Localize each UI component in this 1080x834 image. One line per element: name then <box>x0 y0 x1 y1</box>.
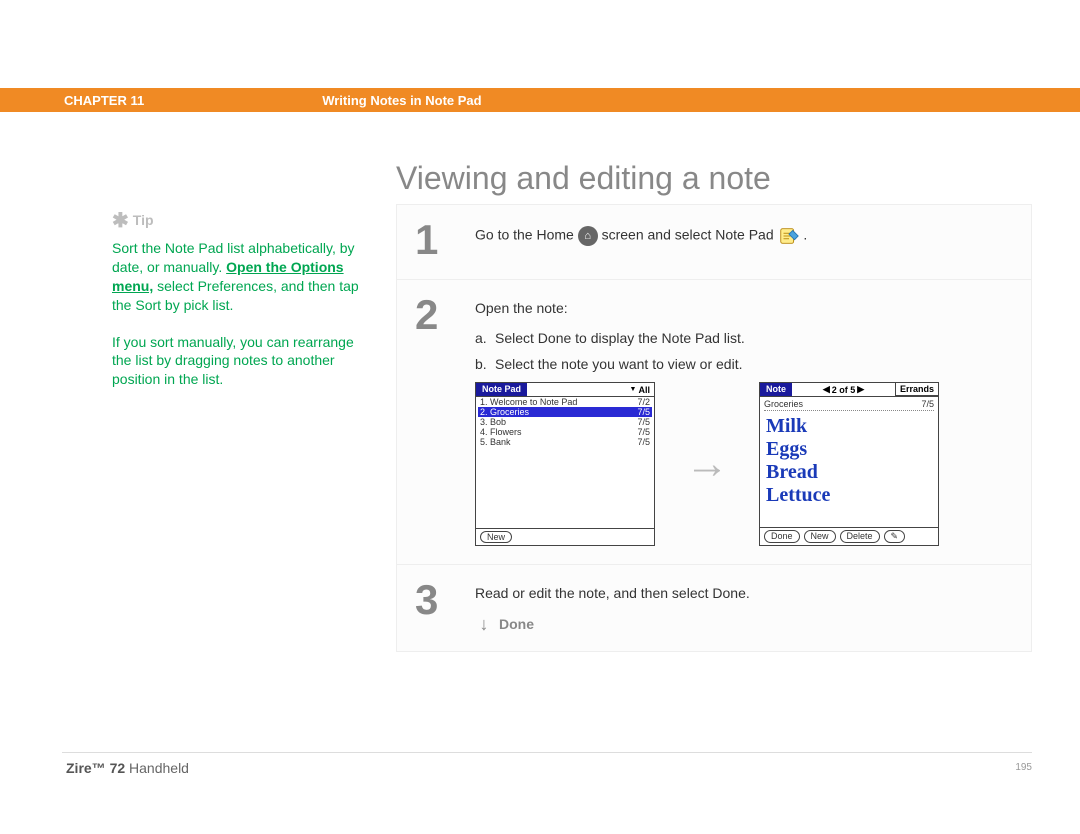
asterisk-icon: ✱ <box>112 210 129 232</box>
palm-titlebar: Note Pad ▼ All <box>476 383 654 397</box>
note-counter: ◀ 2 of 5 ▶ <box>819 383 868 396</box>
note-subject: Groceries <box>764 399 803 409</box>
page-title: Viewing and editing a note <box>396 160 771 197</box>
palm-note-screen: Note ◀ 2 of 5 ▶ Errands Groceries 7/5 Mi… <box>759 382 939 546</box>
note-body: Groceries 7/5 Milk Eggs Bread Lettuce <box>760 397 938 527</box>
step-2-content: Open the note: a.Select Done to display … <box>475 294 1013 546</box>
tip-header: ✱Tip <box>112 208 362 235</box>
note-line: Milk <box>766 415 932 438</box>
pen-icon[interactable]: ✎ <box>884 530 906 543</box>
list-item[interactable]: 4. Flowers7/5 <box>478 427 652 437</box>
step-number: 1 <box>415 219 475 261</box>
step-1: 1 Go to the Home ⌂ screen and select Not… <box>397 205 1031 280</box>
product-name-bold: Zire™ 72 <box>66 760 125 776</box>
tip-paragraph-2: If you sort manually, you can rearrange … <box>112 333 362 390</box>
palm-list-screen: Note Pad ▼ All 1. Welcome to Note Pad7/2… <box>475 382 655 546</box>
palm-app-title: Note <box>760 383 792 396</box>
palm-list: 1. Welcome to Note Pad7/2 2. Groceries7/… <box>476 397 654 528</box>
handwritten-content: Milk Eggs Bread Lettuce <box>764 411 934 511</box>
step2-a: a.Select Done to display the Note Pad li… <box>475 330 1013 346</box>
product-name-rest: Handheld <box>125 760 189 776</box>
step2-b: b.Select the note you want to view or ed… <box>475 356 1013 372</box>
down-arrow-icon: ↓ <box>475 615 493 633</box>
list-item[interactable]: 1. Welcome to Note Pad7/2 <box>478 397 652 407</box>
palm-category[interactable]: Errands <box>895 383 938 396</box>
step2-lead: Open the note: <box>475 300 1013 316</box>
step2-sublist: a.Select Done to display the Note Pad li… <box>475 330 1013 372</box>
note-line: Eggs <box>766 438 932 461</box>
palm-titlebar: Note ◀ 2 of 5 ▶ Errands <box>760 383 938 397</box>
step-number: 3 <box>415 579 475 633</box>
step-number: 2 <box>415 294 475 546</box>
notepad-app-icon <box>778 225 800 247</box>
tip-paragraph-1: Sort the Note Pad list alphabetically, b… <box>112 239 362 315</box>
note-line: Lettuce <box>766 484 932 507</box>
palm-app-title: Note Pad <box>476 383 527 396</box>
done-indicator: ↓ Done <box>475 615 1013 633</box>
list-item-selected[interactable]: 2. Groceries7/5 <box>478 407 652 417</box>
palm-bottombar: New <box>476 528 654 545</box>
step-1-content: Go to the Home ⌂ screen and select Note … <box>475 219 1013 261</box>
done-label: Done <box>499 616 534 632</box>
tip-block: ✱Tip Sort the Note Pad list alphabetical… <box>112 208 362 389</box>
step1-text-post: . <box>803 227 807 243</box>
home-icon: ⌂ <box>578 226 598 246</box>
tip-label: Tip <box>133 212 154 228</box>
list-item[interactable]: 3. Bob7/5 <box>478 417 652 427</box>
step1-text-pre: Go to the Home <box>475 227 578 243</box>
chapter-label: CHAPTER 11 <box>64 93 144 108</box>
delete-button[interactable]: Delete <box>840 530 880 543</box>
section-title: Writing Notes in Note Pad <box>322 93 481 108</box>
note-date: 7/5 <box>921 399 934 409</box>
chapter-bar: CHAPTER 11 Writing Notes in Note Pad <box>0 88 1080 112</box>
palm-filter[interactable]: ▼ All <box>626 383 654 396</box>
step1-text-mid: screen and select Note Pad <box>602 227 778 243</box>
list-item[interactable]: 5. Bank7/5 <box>478 437 652 447</box>
step-3: 3 Read or edit the note, and then select… <box>397 565 1031 651</box>
step-2: 2 Open the note: a.Select Done to displa… <box>397 280 1031 565</box>
done-button[interactable]: Done <box>764 530 800 543</box>
palm-bottombar: Done New Delete ✎ <box>760 527 938 545</box>
footer-product: Zire™ 72 Handheld <box>66 760 189 776</box>
note-subject-row: Groceries 7/5 <box>764 399 934 411</box>
new-button[interactable]: New <box>480 531 512 543</box>
note-line: Bread <box>766 461 932 484</box>
new-button[interactable]: New <box>804 530 836 543</box>
footer-rule <box>62 752 1032 753</box>
step-3-content: Read or edit the note, and then select D… <box>475 579 1013 633</box>
step3-text: Read or edit the note, and then select D… <box>475 585 1013 601</box>
arrow-right-icon: → <box>685 439 729 489</box>
page-number: 195 <box>1015 762 1032 773</box>
steps-box: 1 Go to the Home ⌂ screen and select Not… <box>396 204 1032 652</box>
screenshots-row: Note Pad ▼ All 1. Welcome to Note Pad7/2… <box>475 382 1013 546</box>
